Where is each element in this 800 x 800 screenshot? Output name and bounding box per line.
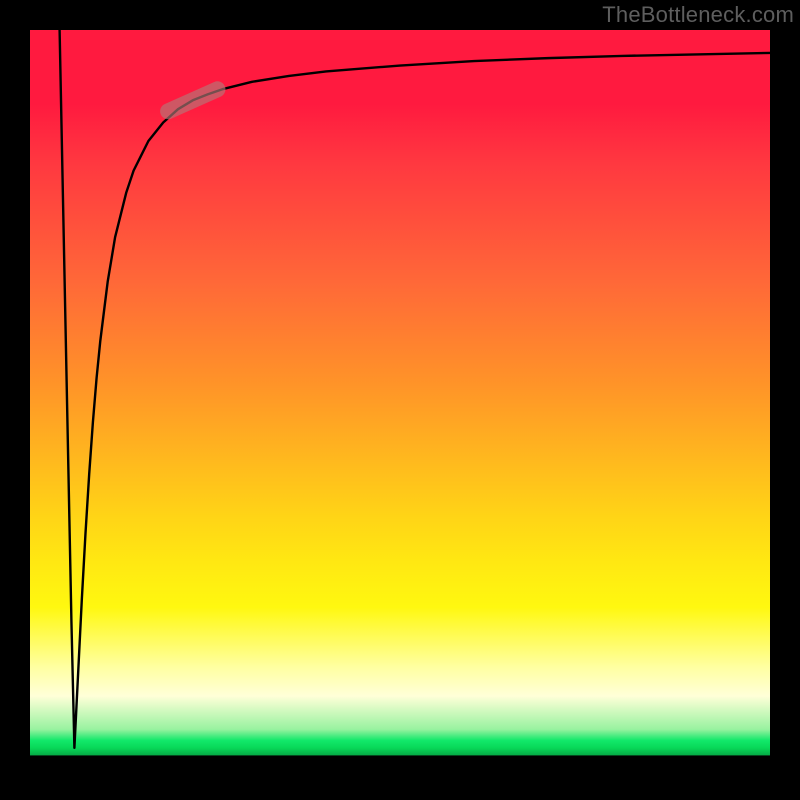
watermark-label: TheBottleneck.com — [602, 2, 794, 28]
chart-root: TheBottleneck.com — [0, 0, 800, 800]
plot-area — [30, 30, 770, 770]
curve-highlight — [158, 79, 228, 122]
curve-overlay — [30, 30, 770, 770]
curve-path — [60, 30, 770, 748]
highlight-pill — [158, 79, 228, 122]
